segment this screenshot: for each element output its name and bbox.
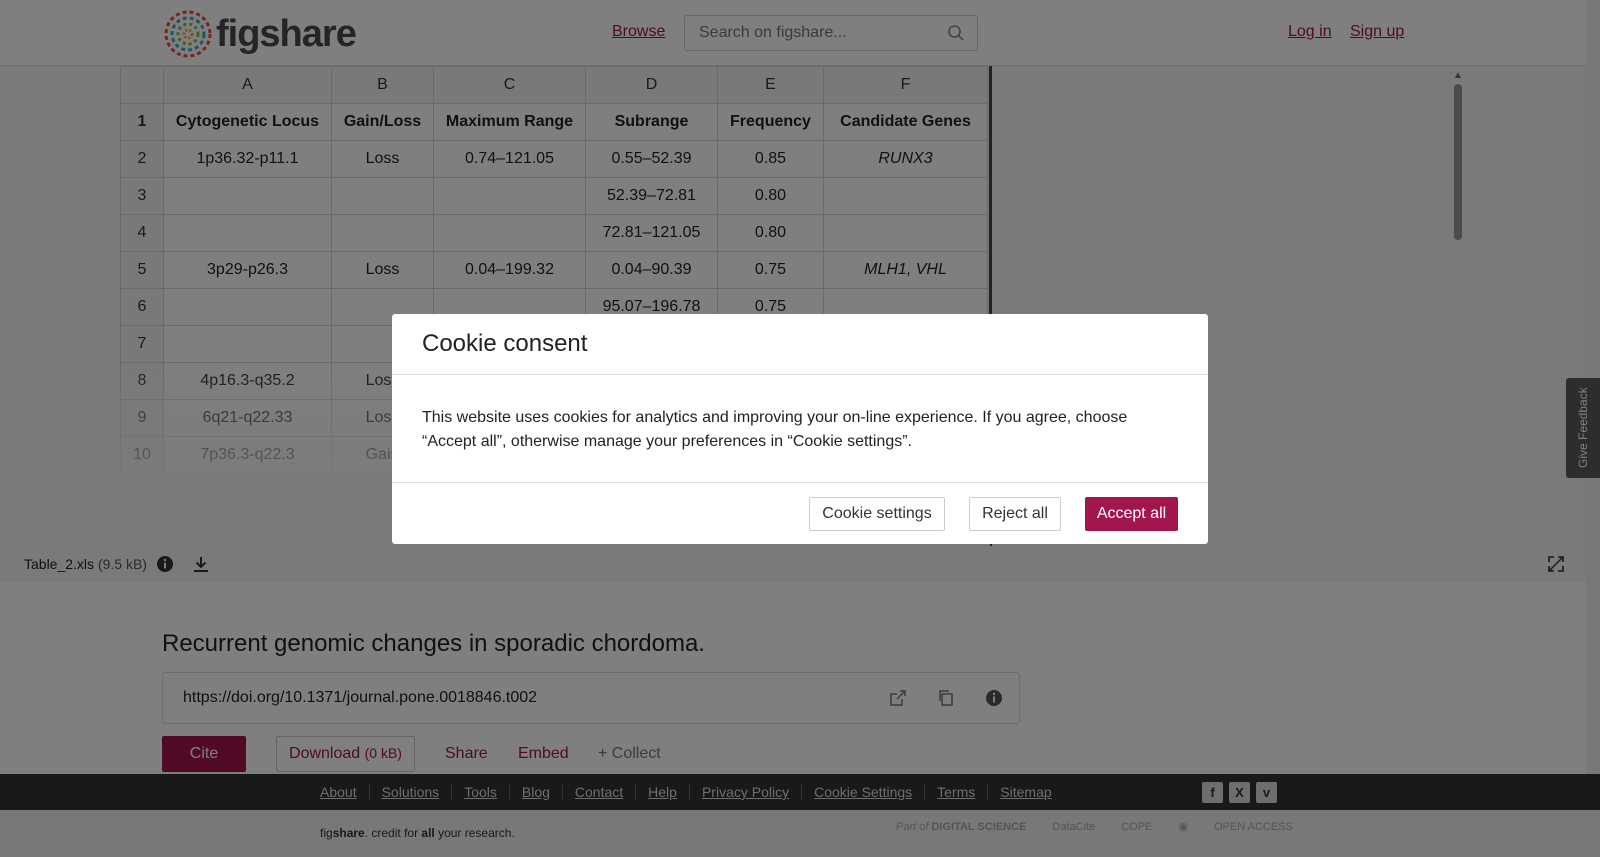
cookie-settings-button[interactable]: Cookie settings	[809, 497, 945, 531]
cookie-dialog-title: Cookie consent	[422, 330, 588, 357]
divider	[392, 482, 1208, 483]
accept-all-button[interactable]: Accept all	[1085, 497, 1178, 531]
divider	[392, 374, 1208, 375]
cookie-dialog-text: This website uses cookies for analytics …	[422, 409, 1128, 450]
reject-all-button[interactable]: Reject all	[969, 497, 1061, 531]
cookie-consent-dialog: Cookie consent This website uses cookies…	[392, 314, 1208, 544]
